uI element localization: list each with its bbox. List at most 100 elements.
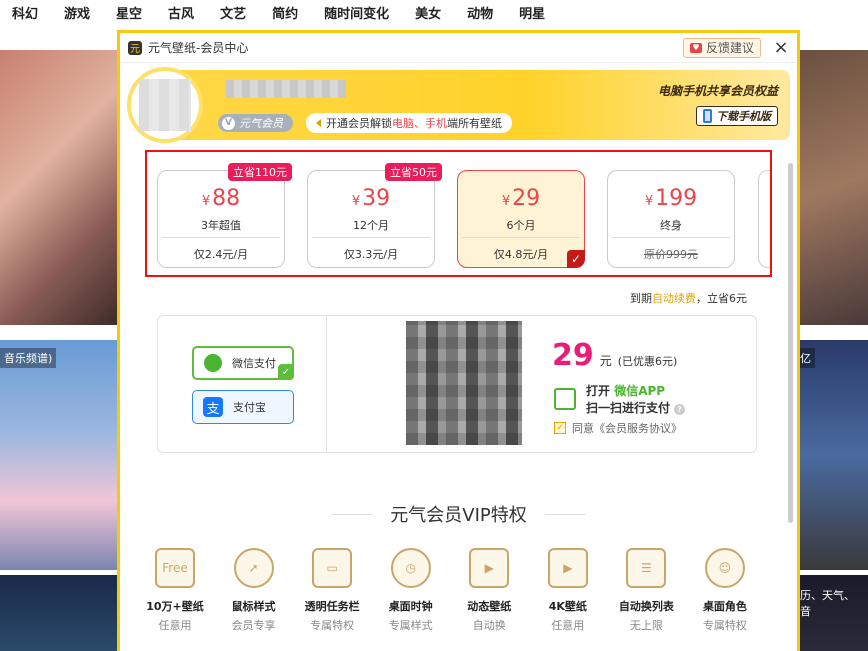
playlist-icon: ☰ [626,548,667,588]
avatar-frame [127,67,203,143]
free-image-icon: Free [155,548,195,588]
divider [312,237,430,238]
arrow-left-icon [316,119,321,127]
wechat-icon [204,354,222,372]
plan-card-lifetime[interactable]: ¥199 终身 原价999元 [607,170,735,268]
agreement-label[interactable]: 同意《会员服务协议》 [572,420,682,436]
payment-qr-code [406,321,522,445]
perk-item: ▶ 动态壁纸 自动换 [454,548,524,633]
plan-period: 终身 [660,219,682,232]
plan-card-3year[interactable]: 立省110元 ¥88 3年超值 仅2.4元/月 [157,163,292,268]
vip-badge-label: 元气会员 [239,117,283,130]
alipay-label: 支付宝 [233,401,266,414]
close-button[interactable]: × [773,37,789,58]
wallpaper-thumbnail[interactable] [0,340,120,570]
perk-list: Free 10万+壁纸 任意用 ➚ 鼠标样式 会员专享 ▭ 透明任务栏 专属特权… [140,548,760,633]
wechat-pay-label: 微信支付 [232,357,276,370]
payment-panel: 微信支付 ✓ 支 支付宝 29 元 (已优惠6元) 打开 微信APP 扫一扫进行… [157,315,757,453]
plan-monthly-price: 仅2.4元/月 [193,248,249,261]
unlock-highlight: 电脑、手机 [392,117,447,130]
dialog-title: 元气壁纸-会员中心 [148,41,249,55]
alipay-icon: 支 [203,397,223,417]
cursor-icon: ➚ [233,548,274,588]
username-blurred [226,80,346,98]
nav-item[interactable]: 动物 [467,3,493,22]
agreement-checkbox[interactable]: ✓ [554,422,566,434]
nav-item[interactable]: 星空 [116,3,142,22]
category-nav: 科幻 游戏 星空 古风 文艺 简约 随时间变化 美女 动物 明星 [0,0,868,24]
nav-item[interactable]: 美女 [415,3,441,22]
unlock-prefix: 开通会员解锁 [326,117,392,130]
plan-price: ¥39 [351,186,391,211]
alipay-button[interactable]: 支 支付宝 [192,390,294,424]
perk-item: ☰ 自动换列表 无上限 [611,548,681,633]
plan-card-12month[interactable]: 立省50元 ¥39 12个月 仅3.3元/月 [307,163,442,268]
scan-text: 扫一扫进行支付 [586,401,671,415]
plan-card-6month[interactable]: ¥29 6个月 仅4.8元/月 ✓ [457,170,585,268]
wallpaper-thumbnail[interactable] [0,50,120,325]
thumbnail-tag: 音乐频谱) [0,348,57,368]
perk-item: ▭ 透明任务栏 专属特权 [297,548,367,633]
divider [332,513,373,515]
plan-price: ¥29 [501,186,541,211]
app-logo-icon: 元 [128,40,142,55]
member-center-dialog: 元 元气壁纸-会员中心 ♥ 反馈建议 × V 元气会员 开通会员解锁 电脑、手机… [117,30,800,651]
save-badge: 立省50元 [385,163,442,181]
amount-value: 29 [552,338,594,373]
divider [162,237,280,238]
taskbar-icon: ▭ [312,548,353,588]
vip-status-badge: V 元气会员 [218,114,293,132]
divider [326,316,327,452]
plan-price: ¥199 [644,186,698,211]
thumbnail-tag: 历、天气、音 [800,589,855,618]
plan-monthly-price: 仅3.3元/月 [343,248,399,261]
plan-period: 12个月 [353,219,389,232]
divider [544,513,585,515]
nav-item[interactable]: 随时间变化 [324,3,389,22]
avatar [139,79,191,131]
help-icon[interactable]: ? [674,404,686,415]
feedback-button[interactable]: ♥ 反馈建议 [682,37,761,58]
wallpaper-thumbnail[interactable] [0,575,120,651]
scan-icon [554,388,576,410]
perk-item: ◷ 桌面时钟 专属样式 [376,548,446,633]
wallpaper-thumbnail[interactable] [796,50,868,325]
4k-icon: ▶ [547,548,588,588]
plan-period: 3年超值 [201,219,241,232]
nav-item[interactable]: 明星 [519,3,545,22]
selected-check-icon: ✓ [567,250,585,268]
wallpaper-thumbnail[interactable] [796,340,868,570]
amount-unit: 元 [599,354,612,368]
selected-check-icon: ✓ [278,364,294,380]
scrollbar[interactable] [788,163,793,523]
nav-item[interactable]: 文艺 [220,3,246,22]
video-icon: ▶ [469,548,510,588]
perk-item: ☺ 桌面角色 专属特权 [690,548,760,633]
clock-icon: ◷ [390,548,431,588]
agreement-row[interactable]: ✓ 同意《会员服务协议》 [554,420,682,436]
vip-v-icon: V [222,116,235,130]
phone-icon [703,109,712,123]
perk-item: Free 10万+壁纸 任意用 [140,548,210,633]
plan-card-next-partial[interactable] [758,170,770,268]
download-mobile-button[interactable]: 下载手机版 [696,106,778,126]
nav-item[interactable]: 游戏 [64,3,90,22]
wechat-pay-button[interactable]: 微信支付 ✓ [192,346,294,380]
nav-item[interactable]: 简约 [272,3,298,22]
save-badge: 立省110元 [228,163,292,181]
nav-item[interactable]: 古风 [168,3,194,22]
scan-instructions: 打开 微信APP 扫一扫进行支付? [554,382,686,416]
auto-renew-note: 到期自动续费，立省6元 [630,292,747,305]
wechat-app-text: 微信APP [614,384,666,398]
vip-section-title: 元气会员VIP特权 [120,501,797,527]
divider [612,237,730,238]
plan-price: ¥88 [201,186,241,211]
feedback-label: 反馈建议 [705,41,754,55]
vip-title-text: 元气会员VIP特权 [390,505,527,526]
nav-item[interactable]: 科幻 [12,3,38,22]
feedback-icon: ♥ [689,42,702,53]
download-mobile-label: 下载手机版 [716,110,771,123]
amount-discount: (已优惠6元) [617,355,678,368]
auto-renew-link[interactable]: 自动续费 [652,292,696,305]
plan-monthly-price: 仅4.8元/月 [493,248,549,261]
